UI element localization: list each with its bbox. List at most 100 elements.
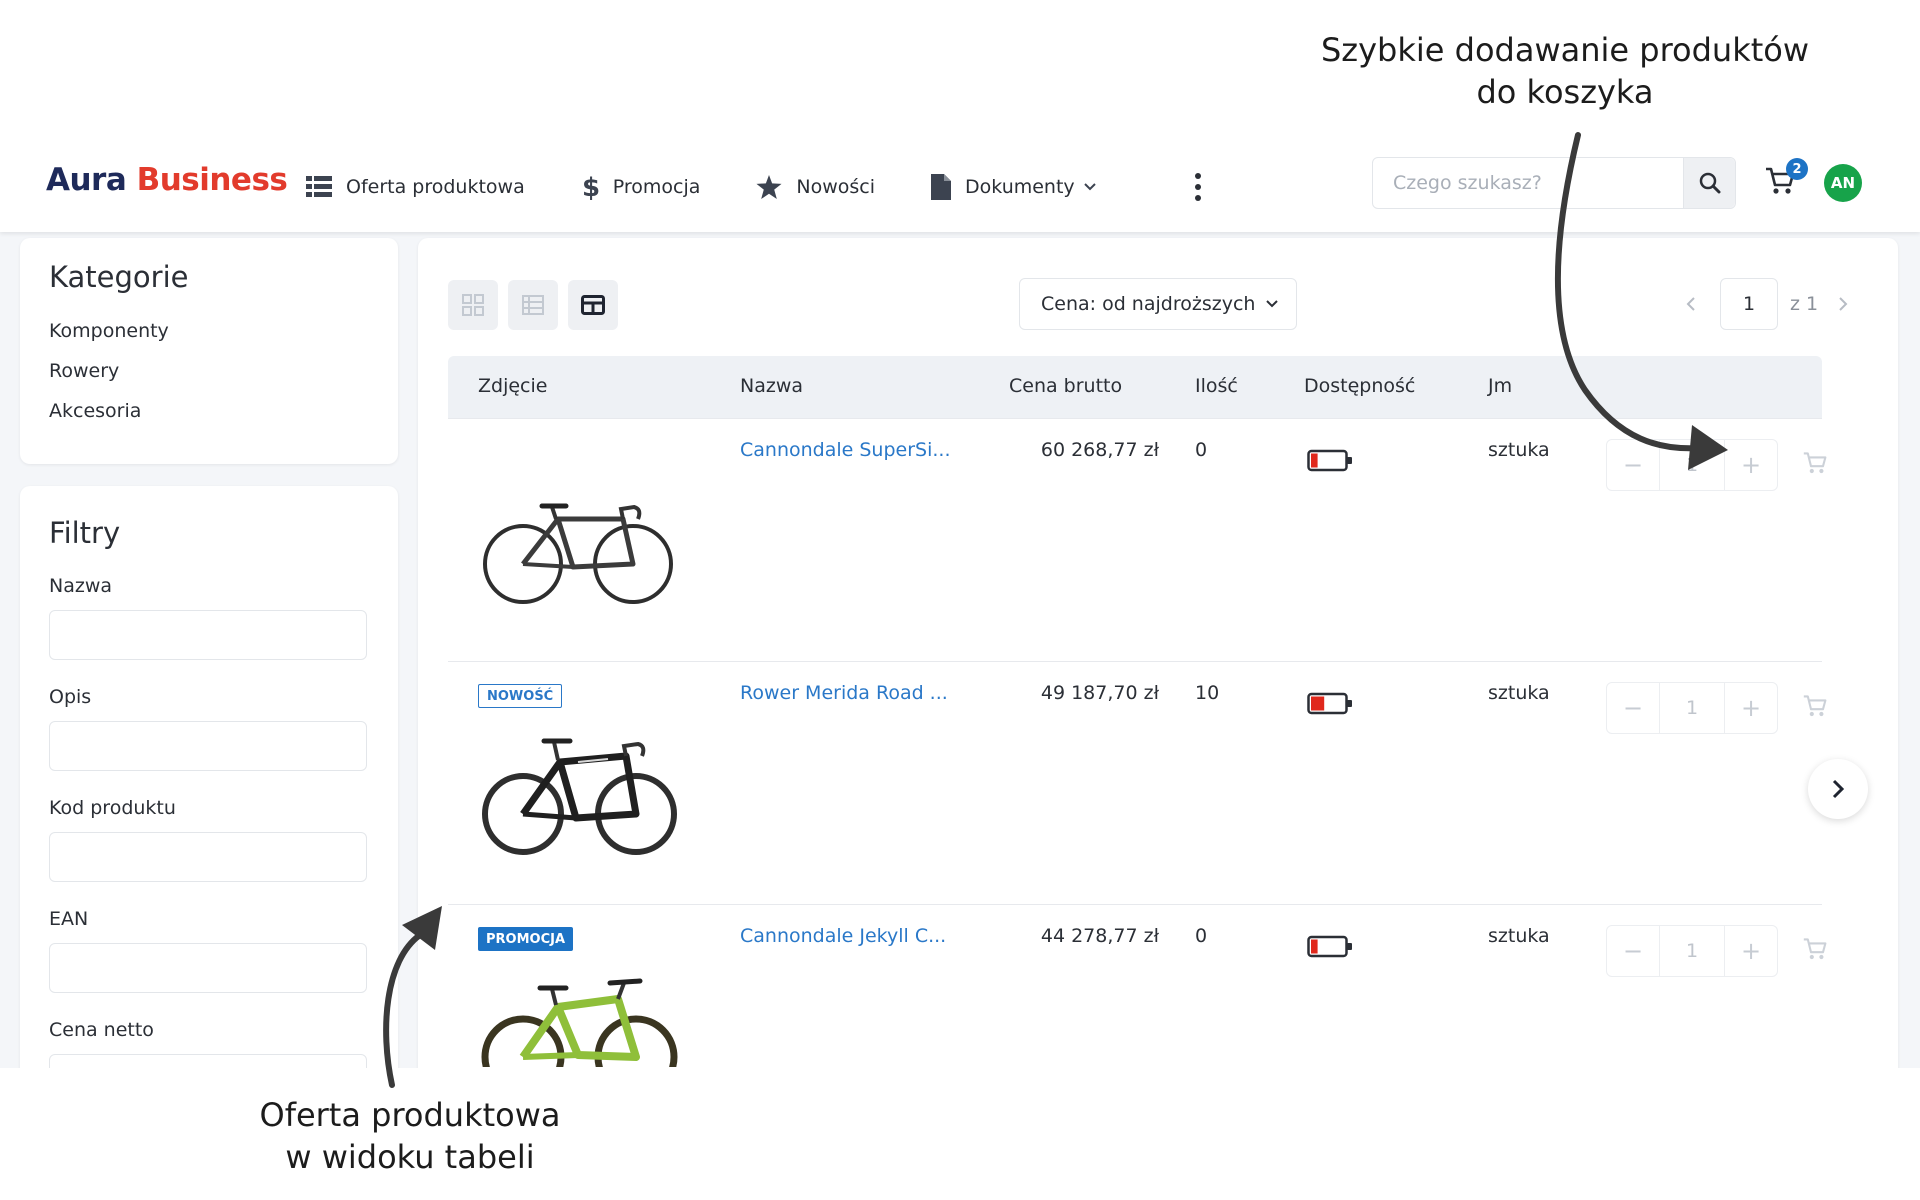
annotation-top-line1: Szybkie dodawanie produktów <box>1320 31 1810 69</box>
quantity-input[interactable]: 1 <box>1659 926 1725 976</box>
page-total: z 1 <box>1790 293 1819 315</box>
add-to-cart-icon[interactable] <box>1802 694 1828 718</box>
filter-label-cena-netto: Cena netto <box>49 1019 154 1041</box>
view-table-button[interactable] <box>568 280 618 330</box>
availability-battery-icon <box>1307 935 1352 958</box>
star-icon <box>756 175 782 199</box>
scroll-right-button[interactable] <box>1808 759 1868 819</box>
product-image[interactable] <box>478 722 678 857</box>
quantity-input[interactable]: 1 <box>1659 683 1725 733</box>
decrease-quantity-button[interactable]: − <box>1607 926 1659 976</box>
filter-input-nazwa[interactable] <box>49 610 367 660</box>
product-unit: sztuka <box>1488 439 1550 461</box>
nav-nowosci[interactable]: Nowości <box>756 175 875 199</box>
column-header-nazwa[interactable]: Nazwa <box>740 375 803 397</box>
filter-input-ean[interactable] <box>49 943 367 993</box>
filters-card: Filtry Nazwa Opis Kod produktu EAN Cena … <box>20 486 398 1068</box>
table-view-icon <box>581 295 605 315</box>
annotation-bottom: Oferta produktowa w widoku tabeli <box>220 1095 600 1178</box>
categories-title: Kategorie <box>49 260 189 294</box>
more-menu-icon[interactable] <box>1188 170 1208 204</box>
top-bar: Aura Business Oferta produktowa $ Promoc… <box>0 142 1920 232</box>
filters-title: Filtry <box>49 516 121 550</box>
filter-label-nazwa: Nazwa <box>49 575 113 597</box>
increase-quantity-button[interactable]: + <box>1725 683 1777 733</box>
add-to-cart-icon[interactable] <box>1802 451 1828 475</box>
product-image[interactable] <box>478 977 678 1067</box>
search-box <box>1372 157 1736 209</box>
pagination: 1 z 1 <box>1686 278 1848 330</box>
column-header-cena-brutto[interactable]: Cena brutto <box>1009 375 1122 397</box>
sort-select[interactable]: Cena: od najdroższych <box>1019 278 1297 330</box>
chevron-left-icon[interactable] <box>1686 296 1696 312</box>
search-button[interactable] <box>1683 158 1735 208</box>
filter-input-kod-produktu[interactable] <box>49 832 367 882</box>
column-header-dostepnosc[interactable]: Dostępność <box>1304 375 1415 397</box>
quantity-stepper: − 1 + <box>1606 925 1778 977</box>
logo[interactable]: Aura Business <box>46 162 288 198</box>
product-qty: 0 <box>1195 439 1208 461</box>
cart-badge: 2 <box>1786 158 1808 180</box>
category-item-komponenty[interactable]: Komponenty <box>49 320 169 342</box>
add-to-cart-icon[interactable] <box>1802 937 1828 961</box>
svg-text:$: $ <box>582 173 599 201</box>
nav-label: Nowości <box>796 176 876 198</box>
chevron-down-icon <box>1266 300 1279 308</box>
filter-input-cena-netto[interactable] <box>49 1054 367 1068</box>
promotion-badge: PROMOCJA <box>478 927 574 951</box>
annotation-bottom-line2: w widoku tabeli <box>285 1137 535 1176</box>
filter-input-opis[interactable] <box>49 721 367 771</box>
annotation-top-line2: do koszyka <box>1476 72 1654 111</box>
product-name-link[interactable]: Cannondale SuperSi... <box>740 439 951 461</box>
nav-dokumenty[interactable]: Dokumenty <box>931 174 1097 200</box>
main-nav: Oferta produktowa $ Promocja Nowości Dok… <box>306 142 1153 232</box>
view-list-button[interactable] <box>508 280 558 330</box>
category-item-rowery[interactable]: Rowery <box>49 360 119 382</box>
product-price: 60 268,77 zł <box>1040 439 1159 461</box>
annotation-top: Szybkie dodawanie produktów do koszyka <box>1300 30 1830 113</box>
column-header-jm[interactable]: Jm <box>1488 375 1512 397</box>
increase-quantity-button[interactable]: + <box>1725 926 1777 976</box>
column-header-zdjecie[interactable]: Zdjęcie <box>478 375 547 397</box>
page-input[interactable]: 1 <box>1720 278 1778 330</box>
new-badge: NOWOŚĆ <box>478 684 563 708</box>
product-name-link[interactable]: Rower Merida Road ... <box>740 682 948 704</box>
search-input[interactable] <box>1373 158 1683 208</box>
decrease-quantity-button[interactable]: − <box>1607 440 1659 490</box>
product-price: 44 278,77 zł <box>1040 925 1159 947</box>
product-image[interactable] <box>478 479 678 609</box>
logo-part2: Business <box>136 162 288 198</box>
nav-promocja[interactable]: $ Promocja <box>581 173 701 201</box>
increase-quantity-button[interactable]: + <box>1725 440 1777 490</box>
nav-label: Promocja <box>612 176 701 198</box>
product-qty: 10 <box>1195 682 1220 704</box>
product-unit: sztuka <box>1488 682 1550 704</box>
avatar[interactable]: AN <box>1824 164 1862 202</box>
quantity-stepper: − 1 + <box>1606 439 1778 491</box>
product-unit: sztuka <box>1488 925 1550 947</box>
quantity-input[interactable]: 1 <box>1659 440 1725 490</box>
list-view-icon <box>522 295 544 315</box>
table-row: PROMOCJA Cannondale Jekyll C... 44 278,7… <box>448 904 1827 1068</box>
category-item-akcesoria[interactable]: Akcesoria <box>49 400 141 422</box>
nav-label: Oferta produktowa <box>346 176 525 198</box>
annotation-bottom-line1: Oferta produktowa <box>259 1096 561 1134</box>
chevron-right-icon <box>1832 779 1845 799</box>
filter-label-kod-produktu: Kod produktu <box>49 797 176 819</box>
availability-battery-icon <box>1307 449 1352 472</box>
nav-oferta-produktowa[interactable]: Oferta produktowa <box>306 176 525 198</box>
chevron-right-icon[interactable] <box>1838 296 1848 312</box>
column-header-ilosc[interactable]: Ilość <box>1195 375 1238 397</box>
product-qty: 0 <box>1195 925 1208 947</box>
product-price: 49 187,70 zł <box>1040 682 1159 704</box>
cart-button[interactable]: 2 <box>1764 158 1808 206</box>
filter-label-ean: EAN <box>49 908 89 930</box>
sort-label: Cena: od najdroższych <box>1041 293 1256 315</box>
nav-label: Dokumenty <box>965 176 1075 198</box>
product-panel: Cena: od najdroższych 1 z 1 Zdjęcie Nazw… <box>418 238 1898 1068</box>
logo-part1: Aura <box>46 162 127 198</box>
availability-battery-icon <box>1307 692 1352 715</box>
view-grid-button[interactable] <box>448 280 498 330</box>
decrease-quantity-button[interactable]: − <box>1607 683 1659 733</box>
product-name-link[interactable]: Cannondale Jekyll C... <box>740 925 946 947</box>
